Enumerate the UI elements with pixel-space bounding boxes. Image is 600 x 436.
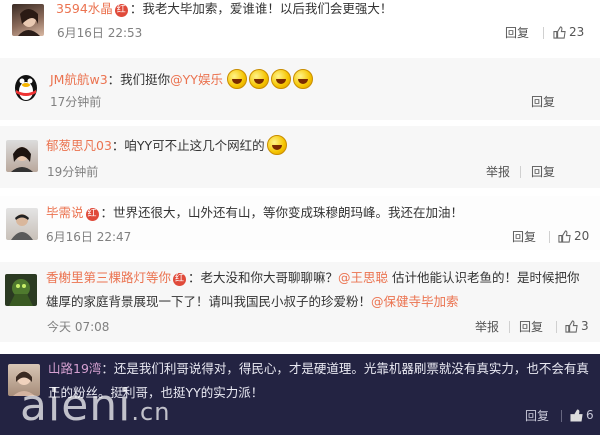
avatar[interactable] xyxy=(12,4,44,36)
comment-text: ：咱YY可不止这几个网红的 xyxy=(111,138,265,153)
divider xyxy=(509,321,510,333)
mention-link[interactable]: @保健寺毕加索 xyxy=(371,294,459,309)
username[interactable]: JM航航w3 xyxy=(50,72,108,87)
divider xyxy=(520,166,521,178)
like-count: 23 xyxy=(569,25,585,39)
timestamp: 6月16日 22:53 xyxy=(57,26,143,40)
mention-link[interactable]: @王思聪 xyxy=(338,270,388,285)
site-watermark: aieni.cn xyxy=(20,380,171,431)
comment-item: 郁葱思凡03：咱YY可不止这几个网红的 19分钟前 举报 回复 xyxy=(0,126,600,188)
reply-button[interactable]: 回复 xyxy=(512,229,536,245)
thumbs-up-icon xyxy=(558,230,571,243)
avatar[interactable] xyxy=(6,208,38,240)
laughing-emoji-icon xyxy=(270,69,291,89)
timestamp: 6月16日 22:47 xyxy=(46,230,132,244)
comment-item: 香榭里第三棵路灯等你红：老大没和你大哥聊聊嘛？@王思聪 估计他能认识老鱼的！是时… xyxy=(0,262,600,342)
like-button[interactable]: 20 xyxy=(558,228,589,244)
divider xyxy=(543,27,544,39)
user-photo-icon xyxy=(18,9,40,36)
divider xyxy=(561,410,562,422)
like-count: 3 xyxy=(581,319,589,333)
user-photo-icon xyxy=(11,214,33,240)
comment-text: ：老大没和你大哥聊聊嘛？ xyxy=(188,270,339,285)
avatar[interactable] xyxy=(6,140,38,172)
timestamp: 19分钟前 xyxy=(47,165,99,179)
timestamp: 17分钟前 xyxy=(50,95,102,109)
username[interactable]: 3594水晶 xyxy=(56,1,113,16)
thumbs-up-icon xyxy=(553,26,566,39)
verified-badge-icon: 红 xyxy=(85,208,99,221)
verified-badge-icon: 红 xyxy=(173,273,187,286)
like-count: 6 xyxy=(586,408,594,422)
divider xyxy=(556,321,557,333)
laughing-emoji-icon xyxy=(292,69,313,89)
user-photo-icon xyxy=(11,147,33,172)
report-button[interactable]: 举报 xyxy=(475,319,499,335)
comment-text: ：我老大毕加索，爱谁谁！以后我们会更强大！ xyxy=(129,1,393,16)
comment-text: ：世界还很大，山外还有山，等你变成珠穆朗玛峰。我还在加油！ xyxy=(100,205,464,220)
laughing-emoji-icon xyxy=(226,69,247,89)
comment-item: JM航航w3：我们挺你@YY娱乐 17分钟前 回复 xyxy=(0,58,600,120)
comment-text: 估计他能认识老鱼的！是时候把你 xyxy=(388,270,580,285)
divider xyxy=(549,231,550,243)
reply-button[interactable]: 回复 xyxy=(519,319,543,335)
grin-emoji-icon xyxy=(266,135,287,155)
thumbs-up-icon xyxy=(570,409,583,422)
like-count: 20 xyxy=(574,229,590,243)
avatar[interactable] xyxy=(5,274,37,306)
comment-item: 3594水晶红：我老大毕加索，爱谁谁！以后我们会更强大！ 6月16日 22:53… xyxy=(0,0,600,50)
reply-button[interactable]: 回复 xyxy=(531,164,555,180)
comment-text: 雄厚的家庭背景展现一下了！请叫我国民小叔子的珍爱粉！ xyxy=(46,294,372,309)
verified-badge-icon: 红 xyxy=(114,4,128,17)
laughing-emoji-icon xyxy=(248,69,269,89)
reply-button[interactable]: 回复 xyxy=(531,94,555,110)
username[interactable]: 郁葱思凡03 xyxy=(46,138,112,153)
username[interactable]: 毕需说 xyxy=(46,205,84,220)
report-button[interactable]: 举报 xyxy=(486,164,510,180)
reply-button[interactable]: 回复 xyxy=(525,408,549,424)
penguin-icon xyxy=(15,75,37,101)
like-button[interactable]: 6 xyxy=(570,407,594,423)
comment-item: 毕需说红：世界还很大，山外还有山，等你变成珠穆朗玛峰。我还在加油！ 6月16日 … xyxy=(0,196,600,250)
thumbs-up-icon xyxy=(565,320,578,333)
comment-text: ：我们挺你 xyxy=(107,72,171,87)
mention-link[interactable]: @YY娱乐 xyxy=(170,72,223,87)
like-button[interactable]: 23 xyxy=(553,24,584,40)
username[interactable]: 山路19湾 xyxy=(48,361,101,376)
like-button[interactable]: 3 xyxy=(565,318,589,334)
game-character-icon xyxy=(9,279,33,306)
avatar[interactable] xyxy=(10,70,42,102)
username[interactable]: 香榭里第三棵路灯等你 xyxy=(46,270,171,285)
comment-text: ：还是我们利哥说得对，得民心，才是硬道理。光靠机器刷票就没有真实力，也不会有真 xyxy=(101,361,589,376)
reply-button[interactable]: 回复 xyxy=(505,25,529,41)
timestamp: 今天 07:08 xyxy=(47,320,110,334)
